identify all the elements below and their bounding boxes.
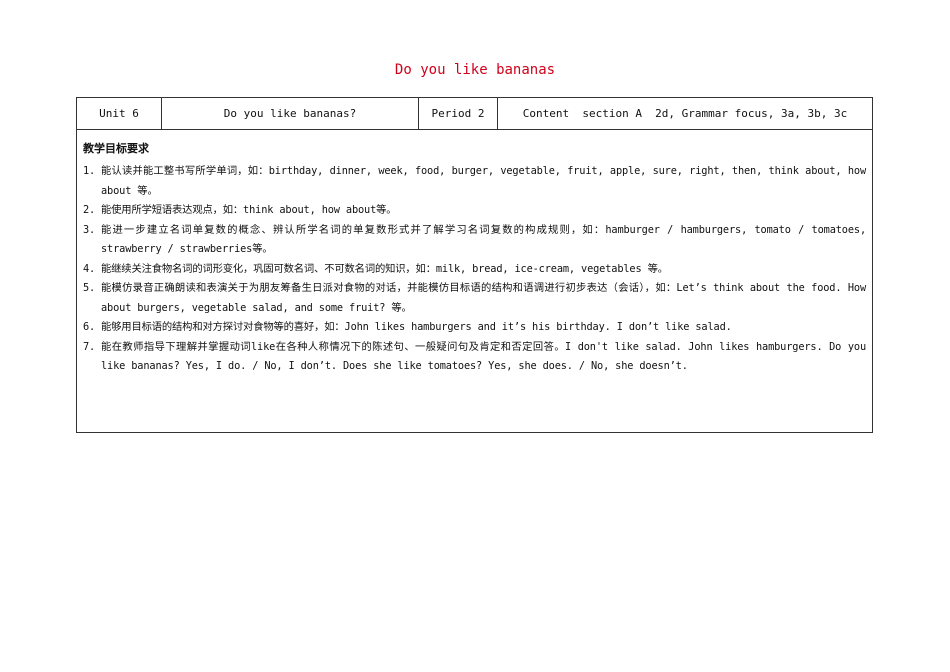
objective-text: 能够用目标语的结构和对方探讨对食物等的喜好，如：John likes hambu… [101, 321, 732, 333]
objective-text: 能进一步建立名词单复数的概念、辨认所学名词的单复数形式并了解学习名词复数的构成规… [101, 223, 866, 256]
objective-item-5: 5. 能模仿录音正确朗读和表演关于为朋友筹备生日派对食物的对话，并能模仿目标语的… [83, 279, 866, 318]
objective-item-1: 1. 能认读并能工整书写所学单词，如：birthday, dinner, wee… [83, 162, 866, 201]
document-title: Do you like bananas [394, 62, 556, 78]
objectives-heading: 教学目标要求 [83, 142, 149, 155]
objective-number: 2. [83, 204, 96, 216]
objectives-cell: 教学目标要求 1. 能认读并能工整书写所学单词，如：birthday, dinn… [76, 129, 873, 433]
unit-cell: Unit 6 [76, 97, 162, 130]
objective-item-4: 4. 能继续关注食物名词的词形变化，巩固可数名词、不可数名词的知识，如：milk… [83, 260, 866, 280]
content-cell: Content section A 2d, Grammar focus, 3a,… [497, 97, 873, 130]
objective-text: 能继续关注食物名词的词形变化，巩固可数名词、不可数名词的知识，如：milk, b… [101, 262, 668, 275]
objectives-row: 教学目标要求 1. 能认读并能工整书写所学单词，如：birthday, dinn… [76, 129, 873, 433]
objective-number: 3. [83, 223, 96, 236]
objective-number: 4. [83, 262, 96, 275]
objective-item-6: 6. 能够用目标语的结构和对方探讨对食物等的喜好，如：John likes ha… [83, 318, 866, 338]
objectives-list: 1. 能认读并能工整书写所学单词，如：birthday, dinner, wee… [83, 162, 866, 377]
objective-text: 能在教师指导下理解并掌握动词like在各种人称情况下的陈述句、一般疑问句及肯定和… [101, 340, 866, 373]
objective-text: 能模仿录音正确朗读和表演关于为朋友筹备生日派对食物的对话，并能模仿目标语的结构和… [101, 282, 866, 314]
lesson-plan-table: Unit 6 Do you like bananas? Period 2 Con… [76, 97, 873, 433]
objective-item-7: 7. 能在教师指导下理解并掌握动词like在各种人称情况下的陈述句、一般疑问句及… [83, 338, 866, 377]
header-row: Unit 6 Do you like bananas? Period 2 Con… [76, 97, 873, 130]
objective-number: 7. [83, 340, 96, 353]
lesson-title-cell: Do you like bananas? [161, 97, 419, 130]
objective-number: 6. [83, 321, 96, 333]
objective-item-3: 3. 能进一步建立名词单复数的概念、辨认所学名词的单复数形式并了解学习名词复数的… [83, 221, 866, 260]
objective-text: 能使用所学短语表达观点，如：think about, how about等。 [101, 204, 397, 216]
period-cell: Period 2 [418, 97, 498, 130]
objective-text: 能认读并能工整书写所学单词，如：birthday, dinner, week, … [101, 165, 866, 197]
objective-number: 5. [83, 282, 96, 294]
objective-number: 1. [83, 165, 96, 177]
objective-item-2: 2. 能使用所学短语表达观点，如：think about, how about等… [83, 201, 866, 221]
